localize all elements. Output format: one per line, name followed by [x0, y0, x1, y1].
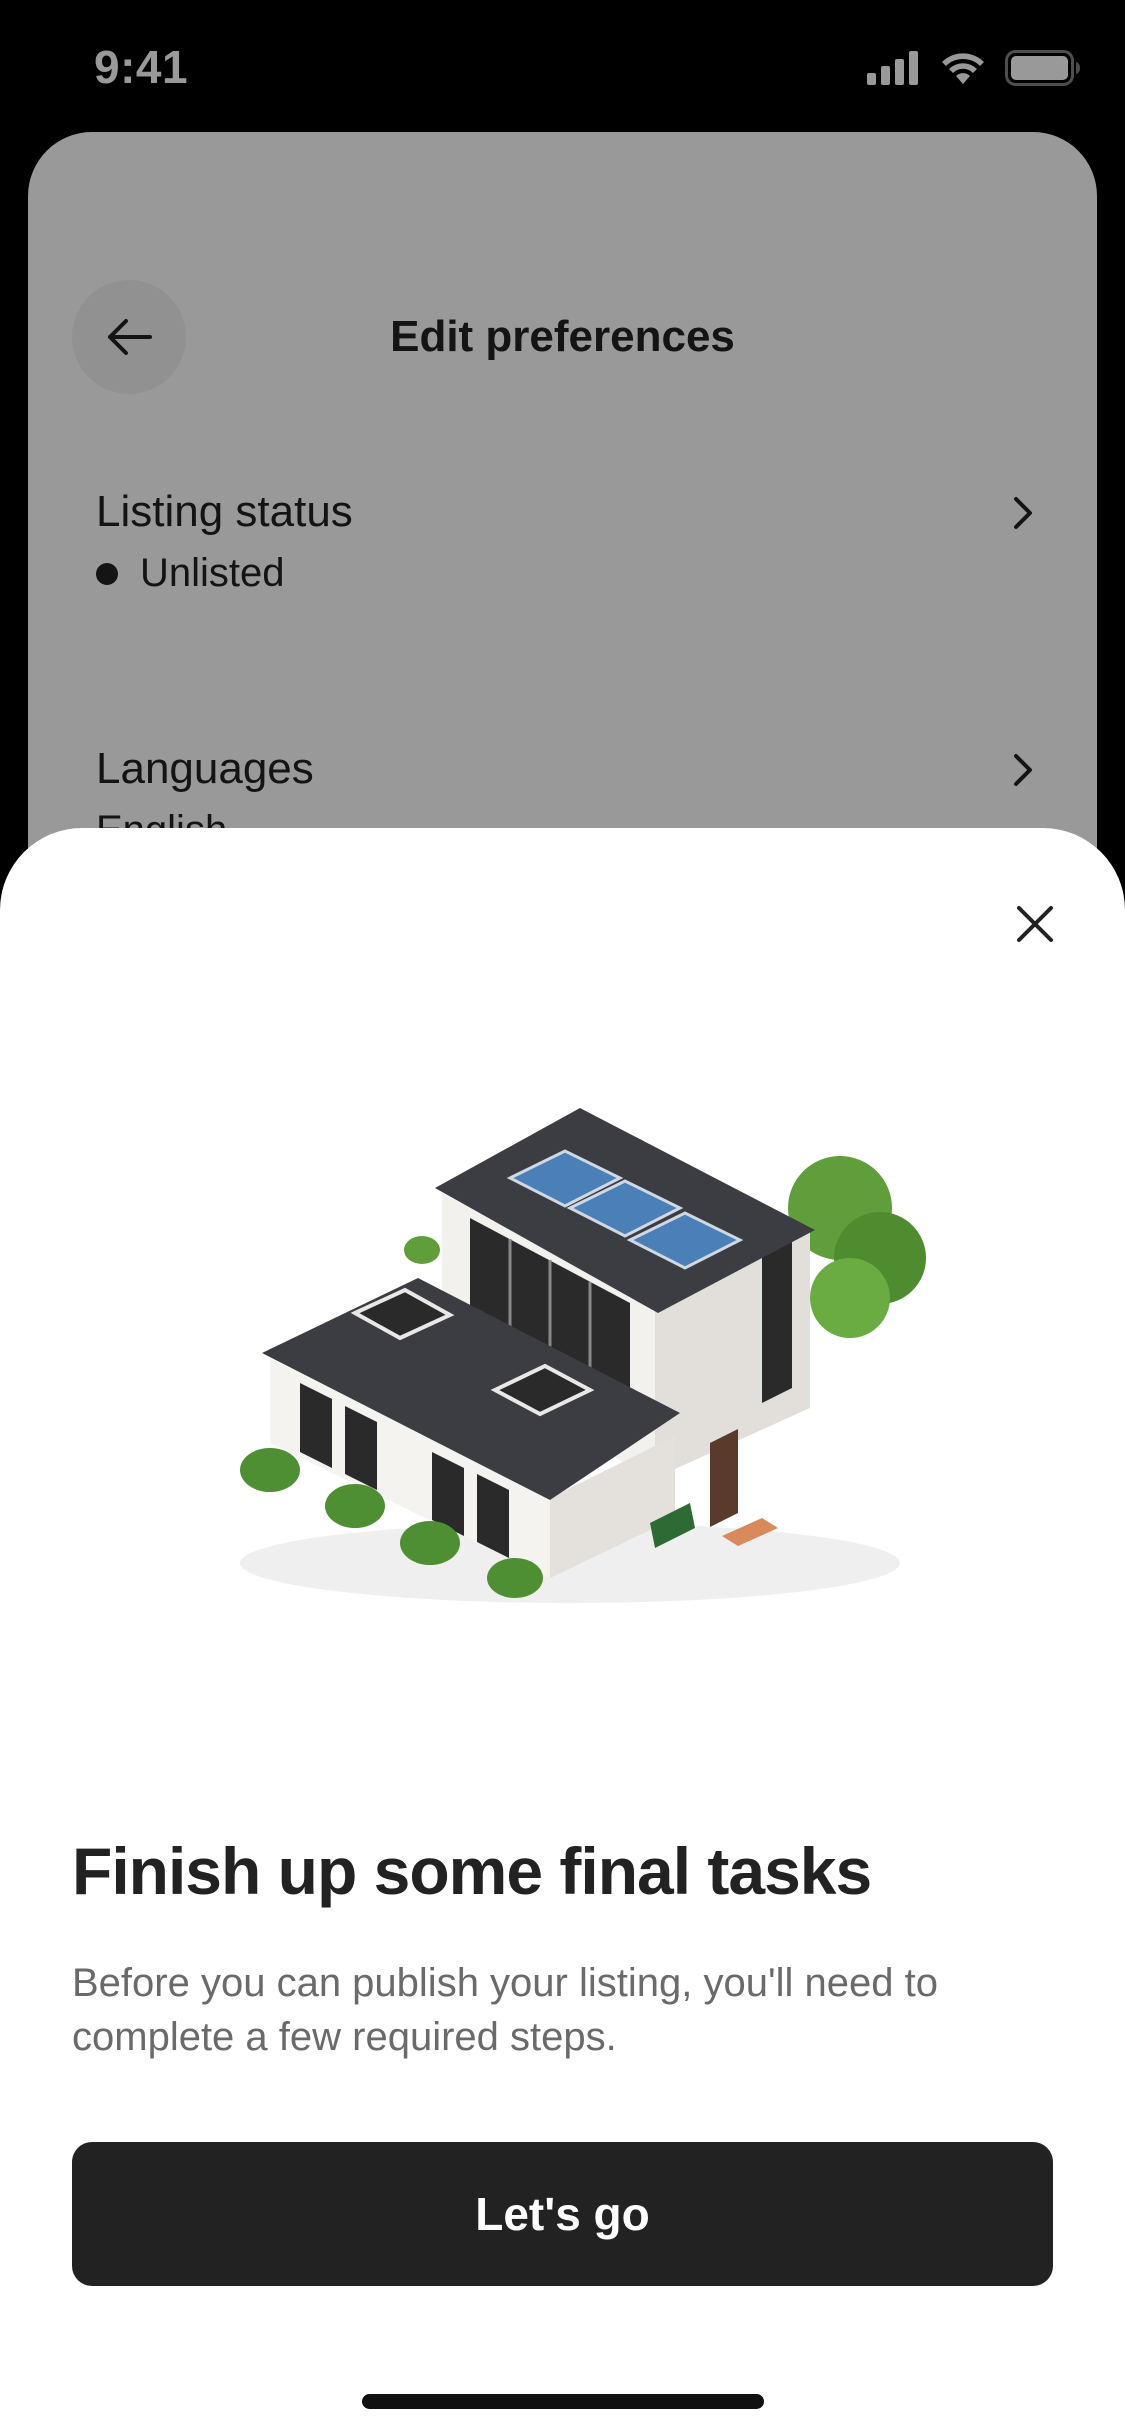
close-button[interactable]	[999, 888, 1071, 960]
modal-description: Before you can publish your listing, you…	[72, 1961, 938, 2059]
modal-title: Finish up some final tasks	[72, 1834, 872, 1908]
lets-go-button[interactable]: Let's go	[72, 2142, 1053, 2286]
final-tasks-modal: Finish up some final tasks Before you ca…	[0, 828, 1125, 2436]
close-icon	[1017, 906, 1053, 942]
house-illustration	[240, 1108, 926, 1603]
home-indicator	[362, 2394, 764, 2409]
